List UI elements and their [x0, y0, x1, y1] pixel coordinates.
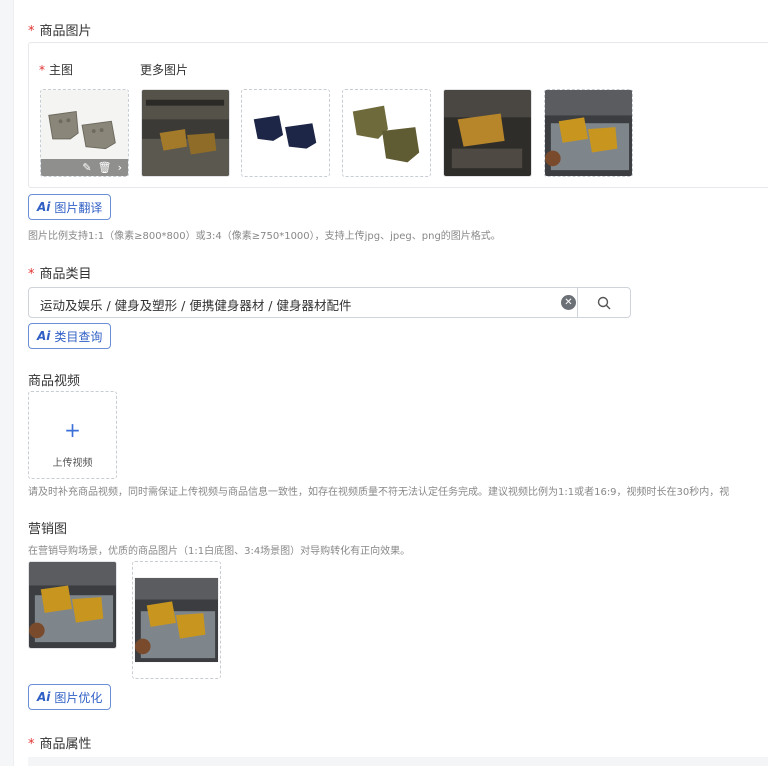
more-image-thumb[interactable]: [342, 89, 431, 177]
category-label: * 商品类目: [28, 267, 92, 282]
navy-grips-image: [242, 90, 329, 176]
category-value: 运动及娱乐 / 健身及塑形 / 便携健身器材 / 健身器材配件: [40, 298, 352, 313]
search-icon: [597, 296, 611, 309]
attributes-label: * 商品属性: [28, 737, 92, 752]
more-image-thumb[interactable]: [544, 89, 633, 177]
page: * 商品图片 * 主图 更多图片 ✎ 🗑 › Ai 图片翻译 图片比例支持1:1…: [0, 0, 768, 766]
olive-grips-image: [343, 90, 430, 176]
image-translate-button[interactable]: Ai 图片翻译: [28, 194, 112, 220]
search-button[interactable]: [577, 288, 630, 317]
required-mark: *: [28, 24, 35, 39]
marketing-image-square[interactable]: [28, 561, 117, 649]
attributes-panel-edge: [28, 757, 768, 766]
mustard-slab-image: [545, 90, 632, 176]
main-image-thumb[interactable]: ✎ 🗑 ›: [40, 89, 129, 177]
marketing-image-portrait[interactable]: [132, 561, 221, 679]
mustard-slab-portrait-image: [133, 562, 220, 678]
product-images-hint: 图片比例支持1:1（像素≥800*800）或3:4（像素≥750*1000），支…: [28, 231, 501, 242]
upload-video-label: 上传视频: [52, 458, 93, 469]
plus-icon: +: [64, 418, 81, 442]
category-input[interactable]: 运动及娱乐 / 健身及塑形 / 便携健身器材 / 健身器材配件 ✕: [28, 287, 631, 318]
clear-icon[interactable]: ✕: [561, 295, 576, 310]
video-hint: 请及时补充商品视频，同时需保证上传视频与商品信息一致性，如存在视频质量不符无法认…: [28, 487, 730, 498]
marketing-label: 营销图: [28, 522, 68, 537]
more-image-thumb[interactable]: [141, 89, 230, 177]
category-query-button[interactable]: Ai 类目查询: [28, 323, 112, 349]
chevron-right-icon[interactable]: ›: [118, 159, 122, 176]
marketing-hint: 在营销导购场景，优质的商品图片（1:1白底图、3:4场景图）对导购转化有正向效果…: [28, 546, 411, 557]
delete-icon[interactable]: 🗑: [98, 159, 112, 176]
more-images-label: 更多图片: [140, 63, 189, 77]
upload-video-button[interactable]: + 上传视频: [28, 391, 117, 479]
more-image-thumb[interactable]: [443, 89, 532, 177]
left-rail: [0, 0, 14, 766]
mustard-slab-image: [29, 562, 116, 648]
gym-scene-image: [142, 90, 229, 176]
more-image-thumb[interactable]: [241, 89, 330, 177]
main-image-label: * 主图: [39, 63, 74, 77]
product-images-label: * 商品图片: [28, 24, 92, 39]
edit-icon[interactable]: ✎: [82, 159, 91, 176]
image-optimize-button[interactable]: Ai 图片优化: [28, 684, 112, 710]
video-label: 商品视频: [28, 374, 81, 389]
mustard-gym-image: [444, 90, 531, 176]
product-images-panel: * 主图 更多图片 ✎ 🗑 ›: [28, 42, 768, 188]
thumb-actions-bar: ✎ 🗑 ›: [41, 159, 128, 176]
